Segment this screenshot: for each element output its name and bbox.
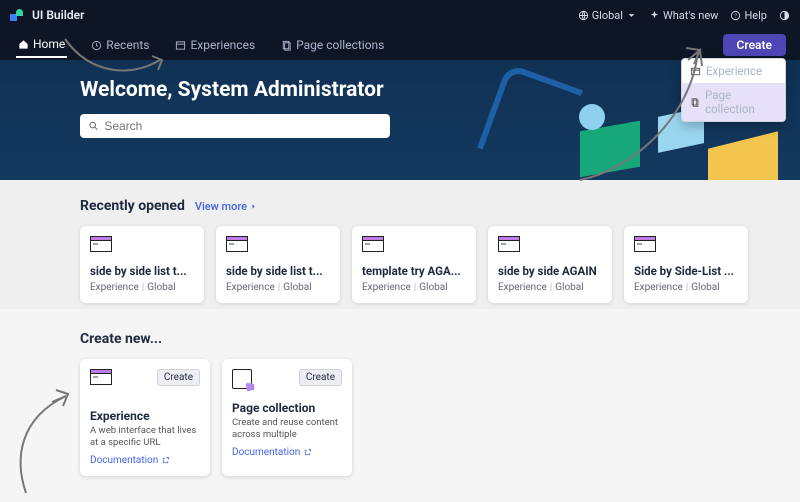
home-icon	[18, 39, 29, 50]
experience-icon	[90, 236, 112, 252]
create-experience-button[interactable]: Create	[157, 369, 200, 386]
experience-icon	[226, 236, 248, 252]
app-logo-icon	[10, 7, 26, 23]
recent-card[interactable]: side by side AGAIN Experience|Global	[488, 226, 612, 303]
contrast-icon	[779, 10, 790, 21]
card-meta: Experience|Global	[90, 282, 194, 293]
recently-opened-heading: Recently opened	[80, 198, 185, 214]
create-page-collection-card: Create Page collection Create and reuse …	[222, 359, 352, 476]
create-page-collection-button[interactable]: Create	[299, 369, 342, 386]
search-input[interactable]	[104, 119, 382, 133]
card-meta: Experience|Global	[362, 282, 466, 293]
nav-row: Home Recents Experiences Page collection…	[0, 30, 800, 60]
view-more-link[interactable]: View more	[195, 200, 258, 213]
experience-icon	[362, 236, 384, 252]
create-button[interactable]: Create	[723, 34, 786, 56]
experience-icon	[498, 236, 520, 252]
chevron-down-icon	[626, 10, 637, 21]
card-title: template try AGA...	[362, 264, 466, 278]
layout-icon	[175, 40, 186, 51]
external-link-icon	[161, 456, 170, 465]
create-new-row: Create Experience A web interface that l…	[80, 359, 776, 476]
help-button[interactable]: ? Help	[730, 9, 767, 22]
create-new-heading: Create new...	[80, 331, 776, 347]
hero-illustration	[579, 104, 605, 130]
card-meta: Experience|Global	[226, 282, 330, 293]
globe-icon	[578, 10, 589, 21]
recent-card[interactable]: side by side list t... Experience|Global	[80, 226, 204, 303]
experience-icon	[90, 369, 112, 385]
card-title: Side by Side-List ...	[634, 264, 738, 278]
create-new-section: Create new... Create Experience A web in…	[0, 309, 800, 482]
search-icon	[88, 120, 99, 132]
card-desc: A web interface that lives at a specific…	[90, 425, 200, 449]
chevron-right-icon	[249, 202, 258, 211]
tab-page-collections[interactable]: Page collections	[279, 33, 386, 57]
recent-card[interactable]: Side by Side-List ... Experience|Global	[624, 226, 748, 303]
documentation-link[interactable]: Documentation	[232, 447, 342, 458]
card-title: Experience	[90, 409, 200, 423]
card-meta: Experience|Global	[634, 282, 738, 293]
theme-toggle[interactable]	[779, 10, 790, 21]
recent-card-row: side by side list t... Experience|Global…	[80, 226, 776, 303]
documentation-link[interactable]: Documentation	[90, 455, 200, 466]
experience-icon	[690, 66, 701, 77]
recently-opened-section: Recently opened View more side by side l…	[0, 180, 800, 309]
experience-icon	[634, 236, 656, 252]
clock-icon	[91, 40, 102, 51]
card-title: side by side list t...	[90, 264, 194, 278]
pages-icon	[281, 40, 292, 51]
create-menu-page-collection[interactable]: Page collection	[682, 83, 785, 121]
whats-new-button[interactable]: What's new	[649, 9, 718, 22]
tab-home[interactable]: Home	[16, 32, 67, 58]
card-meta: Experience|Global	[498, 282, 602, 293]
card-title: side by side AGAIN	[498, 264, 602, 278]
create-menu: Experience Page collection	[681, 58, 786, 122]
page-collection-icon	[690, 97, 700, 108]
create-experience-card: Create Experience A web interface that l…	[80, 359, 210, 476]
help-icon: ?	[730, 10, 741, 21]
scope-label: Global	[592, 9, 623, 22]
sparkle-icon	[649, 10, 660, 21]
recent-card[interactable]: side by side list t... Experience|Global	[216, 226, 340, 303]
page-collection-icon	[232, 369, 252, 389]
create-menu-experience[interactable]: Experience	[682, 59, 785, 83]
tab-recents[interactable]: Recents	[89, 33, 151, 57]
svg-text:?: ?	[735, 13, 738, 19]
recent-card[interactable]: template try AGA... Experience|Global	[352, 226, 476, 303]
title-bar: UI Builder Global What's new ? Help	[0, 0, 800, 30]
app-name: UI Builder	[32, 8, 84, 22]
card-title: Page collection	[232, 401, 342, 415]
search-box[interactable]	[80, 114, 390, 138]
hero: Welcome, System Administrator	[0, 60, 800, 180]
external-link-icon	[303, 448, 312, 457]
card-desc: Create and reuse content across multiple	[232, 417, 342, 441]
hero-illustration	[708, 131, 778, 180]
card-title: side by side list t...	[226, 264, 330, 278]
scope-picker[interactable]: Global	[578, 9, 637, 22]
tab-experiences[interactable]: Experiences	[173, 33, 257, 57]
